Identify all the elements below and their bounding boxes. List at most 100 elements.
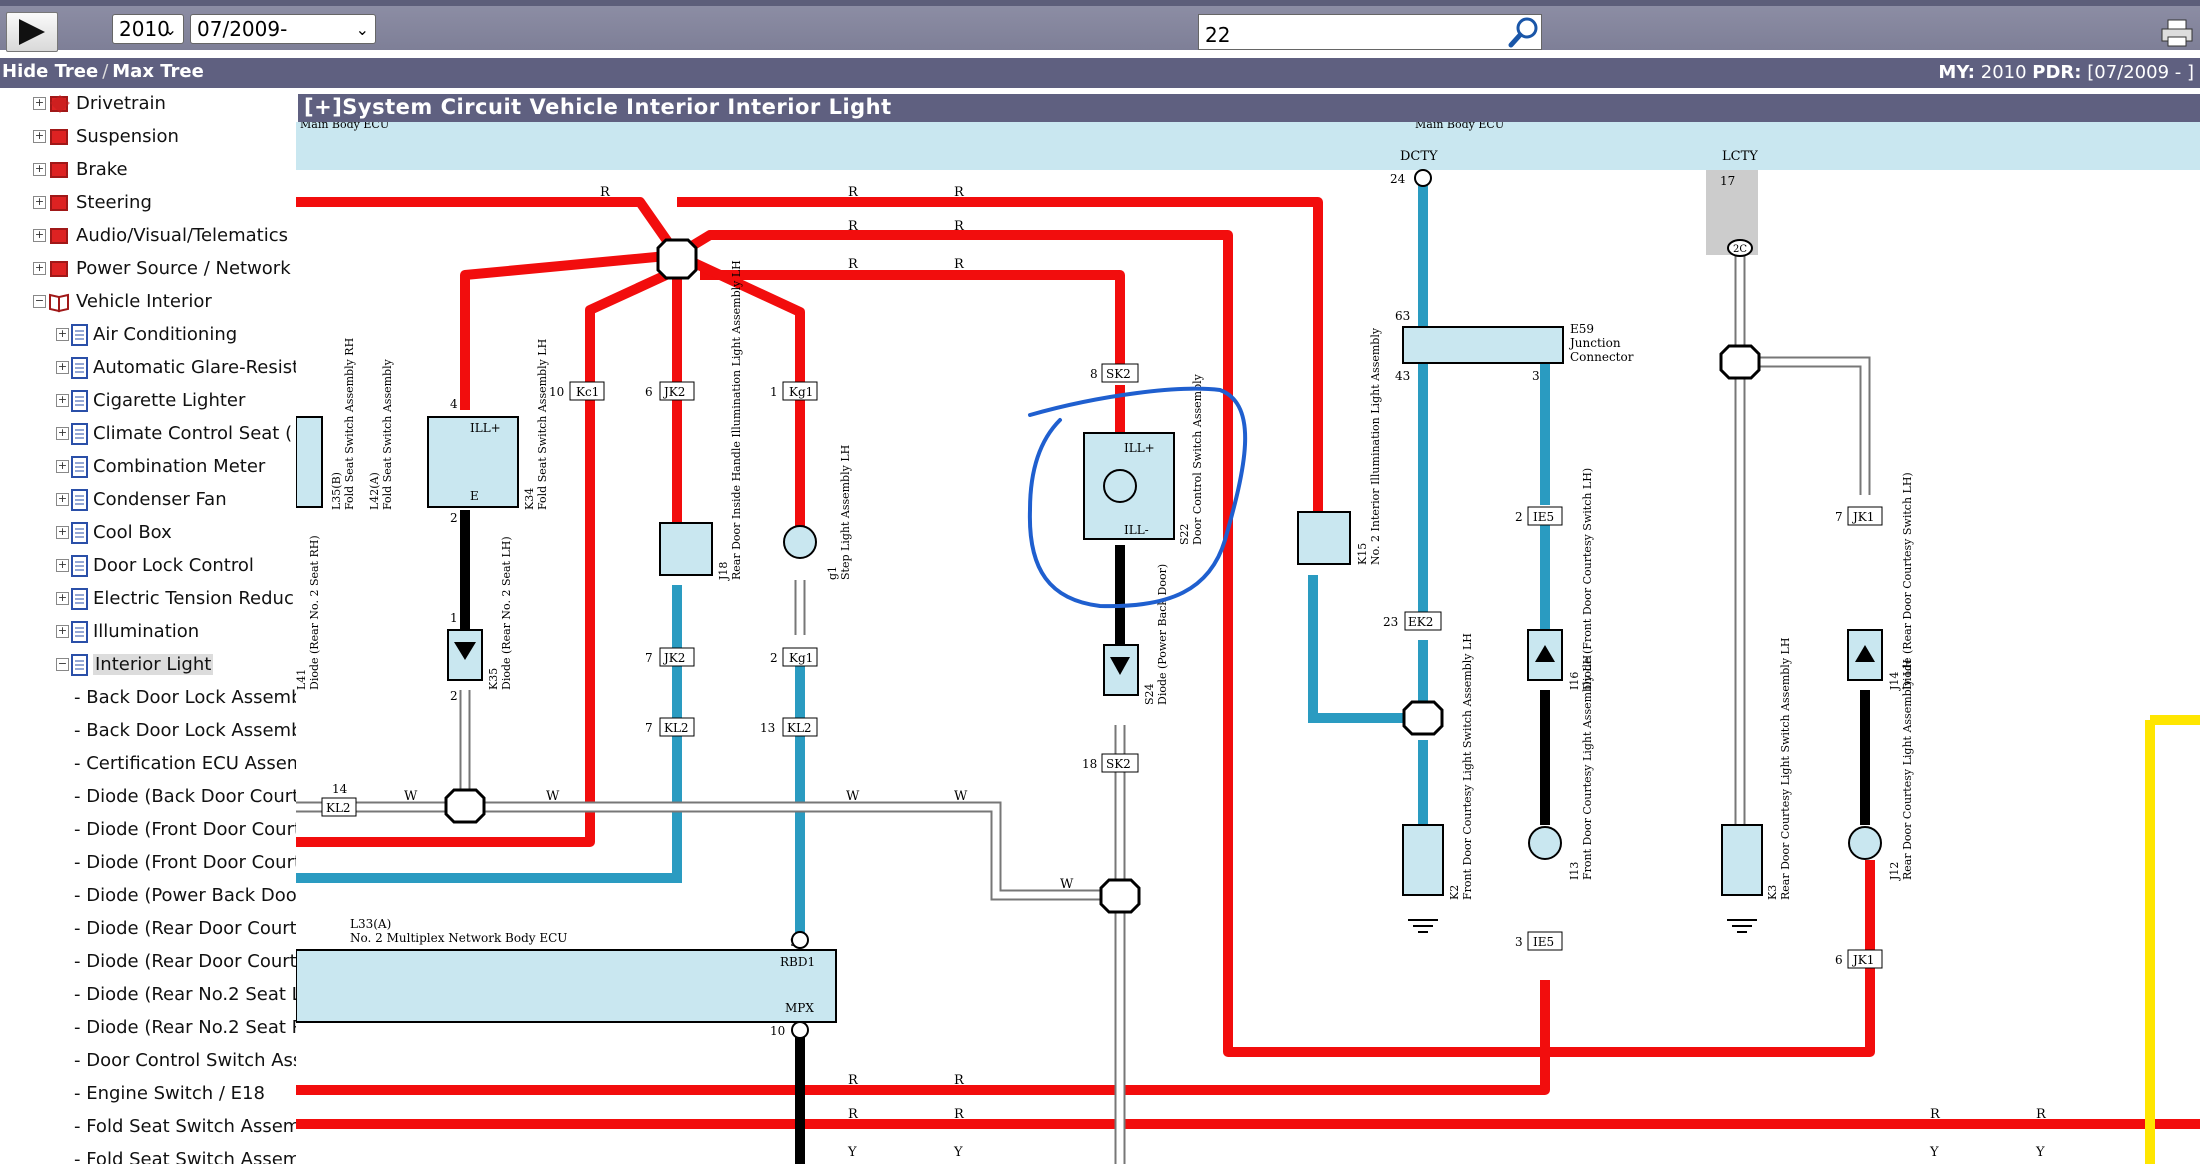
wire-letter: R: [848, 257, 859, 272]
wire-letter: R: [954, 257, 965, 272]
search-icon[interactable]: [1508, 16, 1540, 48]
max-tree-link[interactable]: Max Tree: [112, 61, 204, 82]
tree-item-condenser-fan[interactable]: + Condenser Fan: [56, 489, 227, 517]
document-icon: [71, 423, 88, 445]
print-icon[interactable]: [2160, 18, 2194, 48]
wire-letter: R: [954, 1107, 965, 1122]
expand-icon[interactable]: +: [56, 493, 69, 506]
tree-leaf-item[interactable]: - Diode (Power Back Door: [74, 885, 296, 913]
document-icon: [71, 621, 88, 643]
tree-item-audio[interactable]: + Audio/Visual/Telematics: [33, 225, 288, 253]
tree-leaf-item[interactable]: - Diode (Front Door Court: [74, 819, 296, 847]
tree-leaf-item[interactable]: - Diode (Rear Door Courte: [74, 951, 296, 979]
tree-leaf-item[interactable]: - Back Door Lock Assemb: [74, 687, 296, 715]
expand-icon[interactable]: +: [56, 328, 69, 341]
expand-icon[interactable]: +: [33, 262, 46, 275]
tree-leaf-item[interactable]: - Diode (Front Door Court: [74, 852, 296, 880]
tree-item-power-source[interactable]: + Power Source / Network: [33, 258, 291, 286]
tree-leaf-item[interactable]: - Back Door Lock Assemb: [74, 720, 296, 748]
tree-item-brake[interactable]: + Brake: [33, 159, 128, 187]
document-icon: [71, 654, 88, 676]
tree-item-illumination[interactable]: + Illumination: [56, 621, 199, 649]
connector-kg1-lower: Kg1: [789, 651, 813, 665]
pin-number: 2: [450, 689, 458, 703]
expand-icon[interactable]: +: [56, 460, 69, 473]
tree-item-cool-box[interactable]: + Cool Box: [56, 522, 172, 550]
tree-item-electric-tension[interactable]: + Electric Tension Reduc: [56, 588, 294, 616]
tree-leaf-label: - Diode (Rear Door Courte: [74, 918, 296, 939]
expand-icon[interactable]: +: [33, 130, 46, 143]
wire-letter: Y: [847, 1145, 857, 1160]
tree-item-interior-light[interactable]: − Interior Light: [56, 654, 214, 682]
label-s22-name: Door Control Switch Assembly: [1191, 373, 1204, 545]
book-icon: [50, 228, 68, 244]
date-range-select[interactable]: 07/2009- ⌄: [190, 14, 376, 44]
tree-leaf-label: - Diode (Power Back Door: [74, 885, 296, 906]
expand-icon[interactable]: +: [56, 526, 69, 539]
diagram-title[interactable]: [+]System Circuit Vehicle Interior Inter…: [304, 95, 892, 119]
lcty-label: LCTY: [1722, 149, 1758, 164]
expand-icon[interactable]: +: [33, 229, 46, 242]
term-ill-plus: ILL+: [470, 421, 501, 435]
tree-item-glare-resist[interactable]: + Automatic Glare-Resist: [56, 357, 296, 385]
component-boxes: [296, 326, 1883, 1023]
tree-item-label: Vehicle Interior: [76, 291, 212, 312]
expand-icon[interactable]: +: [33, 196, 46, 209]
collapse-icon[interactable]: −: [56, 658, 69, 671]
hide-tree-link[interactable]: Hide Tree: [2, 61, 98, 82]
expand-icon[interactable]: +: [56, 559, 69, 572]
tree-item-vehicle-interior[interactable]: − Vehicle Interior: [33, 291, 212, 319]
tree-leaf-item[interactable]: - Engine Switch / E18: [74, 1083, 265, 1111]
tree-item-climate-control-seat[interactable]: + Climate Control Seat (: [56, 423, 292, 451]
wire-letter: R: [954, 185, 965, 200]
expand-icon[interactable]: +: [56, 361, 69, 374]
tree-item-steering[interactable]: + Steering: [33, 192, 152, 220]
collapse-icon[interactable]: −: [33, 295, 46, 308]
e59-name: Junction: [1568, 336, 1621, 350]
chevron-down-icon: ⌄: [163, 20, 177, 39]
wire-letter: W: [846, 789, 860, 804]
tree-leaf-item[interactable]: - Diode (Rear No.2 Seat L: [74, 984, 296, 1012]
tree-leaf-label: - Fold Seat Switch Assem: [74, 1116, 296, 1137]
pin-number: 24: [1390, 172, 1406, 186]
pin-number: 2: [1515, 510, 1523, 524]
expand-icon[interactable]: +: [56, 394, 69, 407]
tree-leaf-item[interactable]: - Certification ECU Assem: [74, 753, 296, 781]
label-l41-name: Diode (Rear No. 2 Seat RH): [308, 535, 321, 690]
search-input[interactable]: 22: [1198, 14, 1542, 50]
expand-icon[interactable]: +: [33, 97, 46, 110]
diagram-title-bar: [+]System Circuit Vehicle Interior Inter…: [298, 94, 2200, 122]
white-wire-outlines: [296, 245, 1871, 1164]
connector-kg1: Kg1: [789, 385, 813, 399]
label-j12-name: Rear Door Courtesy Light Assembly LH: [1901, 659, 1914, 880]
expand-icon[interactable]: +: [33, 163, 46, 176]
wire-letter: W: [546, 789, 560, 804]
tree-leaf-item[interactable]: - Diode (Rear No.2 Seat R: [74, 1017, 296, 1045]
expand-icon[interactable]: +: [56, 592, 69, 605]
tree-leaf-item[interactable]: - Diode (Rear Door Courte: [74, 918, 296, 946]
tree-leaf-item[interactable]: - Fold Seat Switch Assem: [74, 1149, 296, 1164]
wire-letter: R: [600, 185, 611, 200]
tree-item-drivetrain[interactable]: + Drivetrain: [33, 93, 166, 121]
label-s24: S24: [1143, 683, 1156, 705]
tree-leaf-item[interactable]: - Diode (Back Door Court: [74, 786, 296, 814]
tree-item-label: Condenser Fan: [93, 489, 227, 510]
tree-leaf-item[interactable]: - Fold Seat Switch Assem: [74, 1116, 296, 1144]
expand-icon[interactable]: +: [56, 625, 69, 638]
document-icon: [71, 324, 88, 346]
tree-leaf-item[interactable]: - Door Control Switch Ass: [74, 1050, 296, 1078]
play-button[interactable]: [6, 12, 58, 52]
tree-item-combination-meter[interactable]: + Combination Meter: [56, 456, 265, 484]
label-l42-name: Fold Seat Switch Assembly: [381, 358, 394, 510]
tree-item-cigarette-lighter[interactable]: + Cigarette Lighter: [56, 390, 245, 418]
pin-number: 7: [645, 651, 653, 665]
expand-icon[interactable]: +: [56, 427, 69, 440]
tree-item-label: Door Lock Control: [93, 555, 254, 576]
tree-item-suspension[interactable]: + Suspension: [33, 126, 179, 154]
label-k34: K34: [523, 488, 536, 510]
connector-ek2: EK2: [1408, 615, 1433, 629]
tree-item-air-conditioning[interactable]: + Air Conditioning: [56, 324, 237, 352]
tree-item-door-lock-control[interactable]: + Door Lock Control: [56, 555, 254, 583]
connector-jk1-top: JK1: [1851, 510, 1874, 524]
year-select[interactable]: 2010 ⌄: [112, 14, 184, 44]
